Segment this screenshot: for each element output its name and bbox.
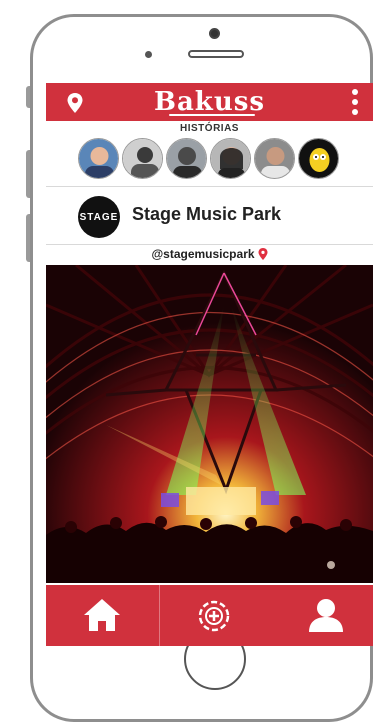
nav-home-button[interactable] (46, 585, 154, 646)
post-photo[interactable] (46, 265, 373, 583)
divider (46, 186, 373, 187)
home-icon (84, 599, 120, 631)
story-avatar[interactable] (122, 138, 163, 179)
stories-label: HISTÓRIAS (180, 123, 239, 134)
divider (46, 244, 373, 245)
more-menu-icon[interactable] (352, 89, 360, 117)
add-icon (198, 600, 230, 632)
app-screen: Bakuss HISTÓRIAS STAGE Stage Music Park … (46, 83, 373, 646)
earpiece-speaker (188, 50, 244, 58)
stories-list (78, 138, 368, 182)
nav-add-post-button[interactable] (160, 585, 268, 646)
app-logo: Bakuss (153, 87, 265, 117)
story-avatar[interactable] (78, 138, 119, 179)
front-camera (209, 28, 220, 39)
profile-handle-row: @stagemusicpark (46, 247, 373, 261)
profile-avatar[interactable]: STAGE (78, 196, 120, 238)
story-avatar[interactable] (254, 138, 295, 179)
logo-underline (169, 114, 255, 116)
story-avatar[interactable] (298, 138, 339, 179)
location-marker-icon (258, 248, 268, 260)
top-bar: Bakuss (46, 83, 373, 121)
story-avatar[interactable] (210, 138, 251, 179)
profile-handle[interactable]: @stagemusicpark (151, 247, 254, 261)
proximity-sensor (145, 51, 152, 58)
story-avatar[interactable] (166, 138, 207, 179)
user-icon (309, 599, 343, 632)
bottom-nav (46, 585, 373, 646)
nav-profile-button[interactable] (265, 585, 373, 646)
profile-name[interactable]: Stage Music Park (132, 204, 281, 225)
